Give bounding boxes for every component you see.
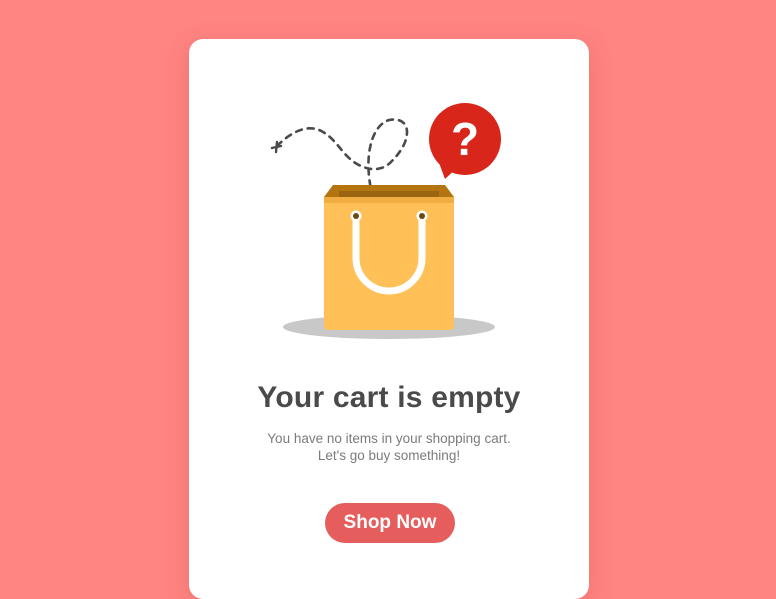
- empty-cart-message-line2: Let's go buy something!: [317, 448, 461, 463]
- empty-cart-message-line1: You have no items in your shopping cart.: [267, 431, 511, 446]
- question-bubble-icon: ?: [429, 103, 501, 179]
- shop-now-button[interactable]: Shop Now: [325, 503, 455, 543]
- empty-cart-message: You have no items in your shopping cart.…: [229, 430, 549, 464]
- empty-cart-illustration: ?: [270, 103, 501, 339]
- empty-cart-card: ? Your cart is empty You have no items i…: [189, 39, 589, 599]
- empty-cart-title: Your cart is empty: [257, 381, 521, 414]
- shopping-bag-icon: [324, 185, 454, 330]
- dashed-flight-path-icon: [270, 118, 409, 194]
- question-mark: ?: [451, 113, 479, 165]
